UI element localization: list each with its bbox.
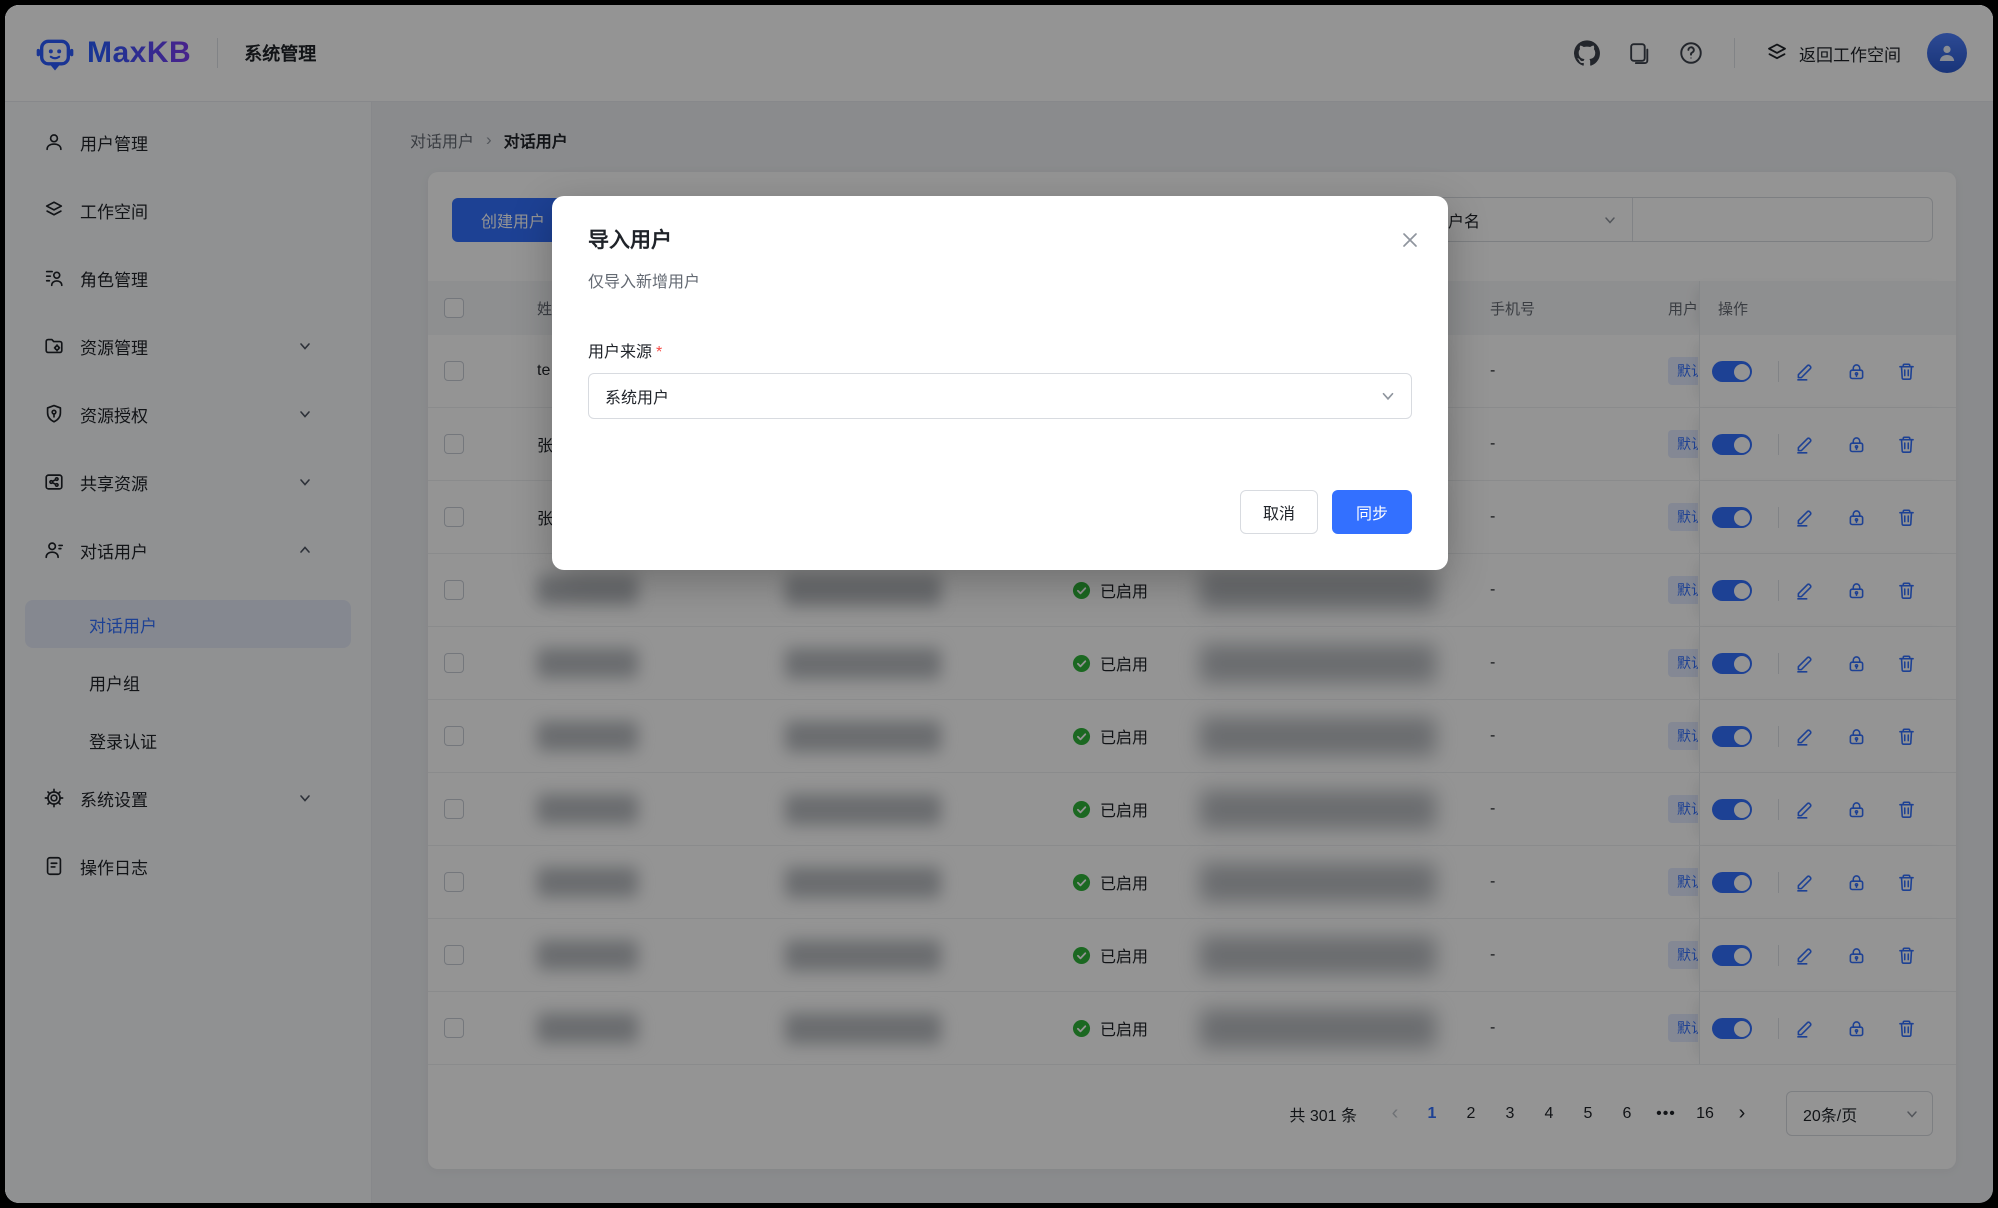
chevron-down-icon <box>1379 387 1397 405</box>
user-source-label: 用户来源* <box>588 338 662 362</box>
close-icon[interactable] <box>1398 228 1422 252</box>
app-window: MaxKB 系统管理 返回工作空间 <box>5 5 1993 1203</box>
cancel-button[interactable]: 取消 <box>1240 490 1318 534</box>
required-mark: * <box>656 344 662 361</box>
sync-button[interactable]: 同步 <box>1332 490 1412 534</box>
user-source-value: 系统用户 <box>605 384 669 408</box>
field-label-text: 用户来源 <box>588 344 652 361</box>
modal-subtitle: 仅导入新增用户 <box>588 268 700 292</box>
user-source-select[interactable]: 系统用户 <box>588 373 1412 419</box>
modal-title: 导入用户 <box>588 224 672 254</box>
modal-backdrop[interactable] <box>5 5 1993 1203</box>
import-user-modal: 导入用户 仅导入新增用户 用户来源* 系统用户 取消 同步 <box>552 196 1448 570</box>
